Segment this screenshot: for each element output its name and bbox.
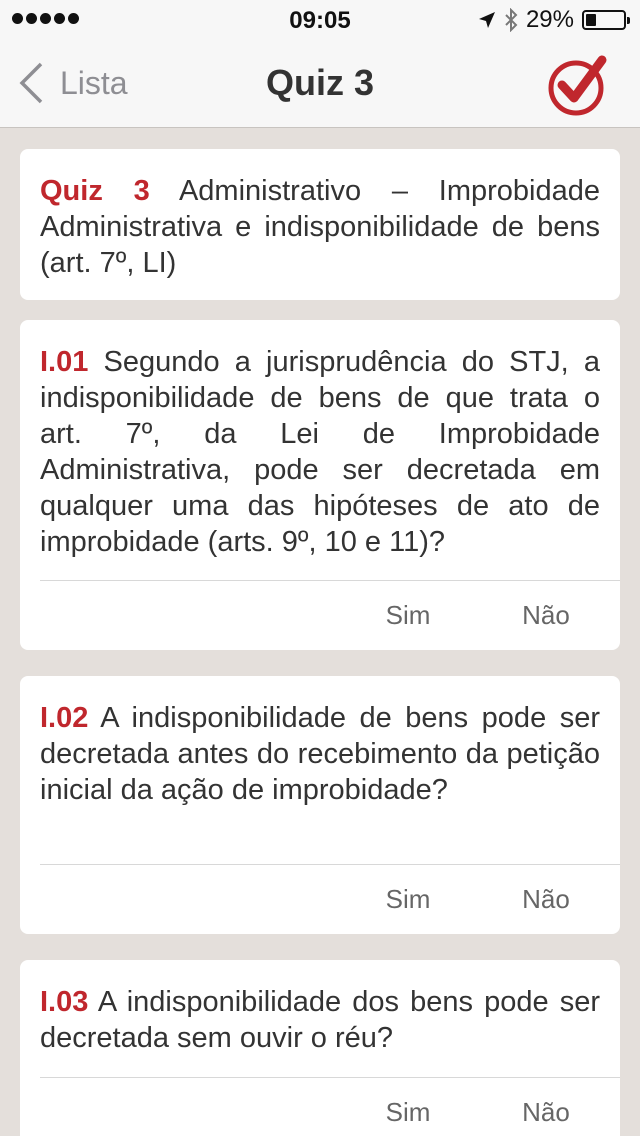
status-bar: 09:05 29% <box>0 0 640 40</box>
question-card: I.03 A indisponibilidade dos bens pode s… <box>20 960 620 1136</box>
quiz-list[interactable]: Quiz 3 Administrativo – Improbidade Admi… <box>0 129 640 1136</box>
battery-percentage: 29% <box>525 6 574 33</box>
bluetooth-icon <box>505 8 518 32</box>
battery-level <box>586 14 597 26</box>
question-card: I.02 A indisponibilidade de bens pode se… <box>20 676 620 934</box>
no-button[interactable]: Não <box>496 581 596 649</box>
question-id: I.01 <box>40 346 89 378</box>
quiz-header-card: Quiz 3 Administrativo – Improbidade Admi… <box>20 149 620 300</box>
check-circle-icon[interactable] <box>546 52 610 116</box>
question-text: A indisponibilidade dos bens pode ser de… <box>40 986 600 1054</box>
answer-bar: Sim Não <box>20 581 620 649</box>
question-card: I.01 Segundo a jurisprudência do STJ, a … <box>20 320 620 650</box>
page-title: Quiz 3 <box>265 62 375 103</box>
question-id: I.03 <box>40 986 89 1018</box>
navigation-bar: Lista Quiz 3 <box>0 40 640 128</box>
no-button[interactable]: Não <box>496 1078 596 1136</box>
answer-bar: Sim Não <box>20 865 620 933</box>
question-text: Segundo a jurisprudência do STJ, a indis… <box>40 346 600 558</box>
yes-button[interactable]: Sim <box>358 865 458 933</box>
answer-bar: Sim Não <box>20 1078 620 1136</box>
yes-button[interactable]: Sim <box>358 1078 458 1136</box>
quiz-label: Quiz 3 <box>40 175 150 207</box>
yes-button[interactable]: Sim <box>358 581 458 649</box>
no-button[interactable]: Não <box>496 865 596 933</box>
battery-icon <box>582 10 630 30</box>
question-id: I.02 <box>40 702 89 734</box>
question-text: A indisponibilidade de bens pode ser dec… <box>40 702 600 806</box>
location-arrow-icon <box>478 12 495 28</box>
